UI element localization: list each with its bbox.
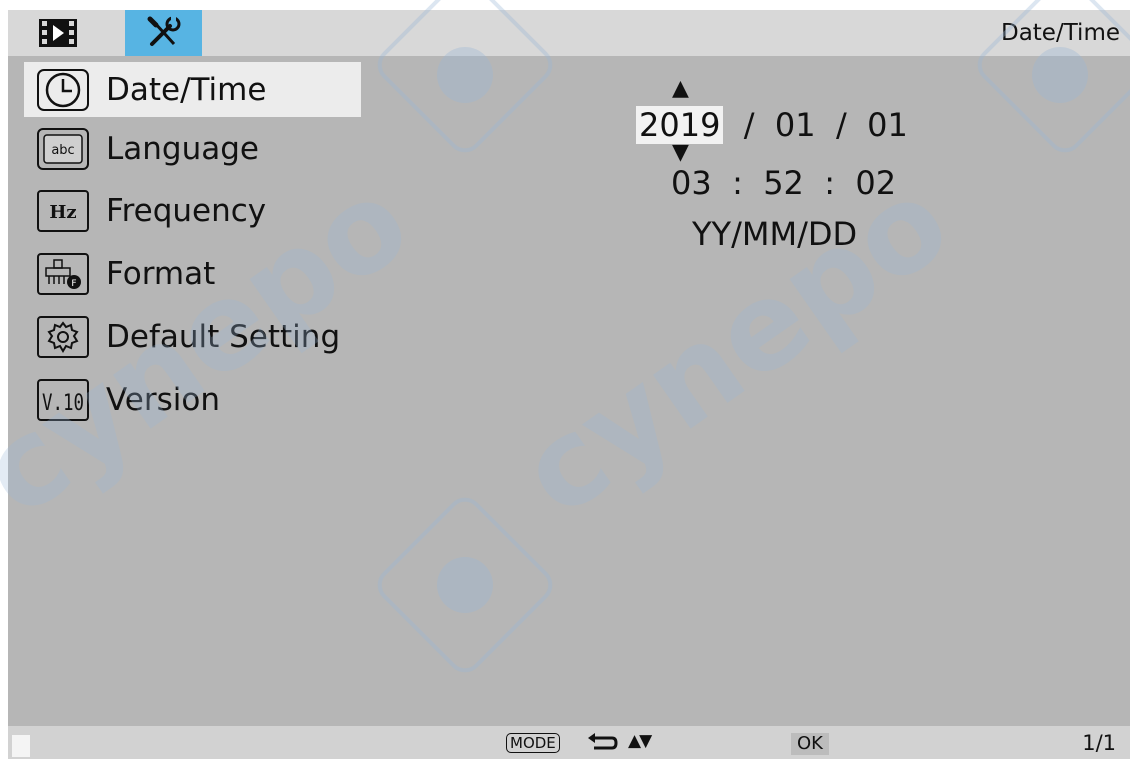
date-separator: / (743, 106, 755, 144)
time-value: 03 : 52 : 02 (671, 164, 896, 202)
hz-icon: Hz (36, 189, 90, 233)
status-indicator (12, 735, 30, 757)
menu-item-frequency[interactable]: Hz Frequency (24, 183, 361, 238)
year-field[interactable]: 2019 (636, 106, 724, 144)
date-separator: / (835, 106, 847, 144)
tab-playback[interactable] (30, 10, 86, 56)
svg-text:V.10: V.10 (42, 391, 84, 416)
svg-text:abc: abc (51, 143, 74, 158)
tab-setup[interactable] (125, 10, 202, 56)
version-icon: V.10 (36, 378, 90, 422)
gear-icon (36, 315, 90, 359)
menu-label: Date/Time (106, 71, 267, 108)
hour-field[interactable]: 03 (671, 164, 712, 202)
second-field[interactable]: 02 (855, 164, 896, 202)
menu-item-default-setting[interactable]: Default Setting (24, 309, 361, 364)
wrench-screwdriver-icon (147, 16, 180, 46)
menu-item-language[interactable]: abc Language (24, 121, 361, 176)
date-value: 2019 / 01 / 01 (636, 106, 908, 144)
menu-label: Frequency (106, 192, 267, 229)
back-arrow-icon (588, 733, 618, 750)
day-field[interactable]: 01 (867, 106, 908, 144)
svg-text:F: F (71, 279, 76, 289)
bottom-bar: MODE ▲▼ OK 1/1 (8, 726, 1130, 759)
time-separator: : (732, 164, 743, 202)
menu-item-format[interactable]: F Format (24, 246, 361, 301)
menu-item-version[interactable]: V.10 Version (24, 372, 361, 427)
month-field[interactable]: 01 (775, 106, 816, 144)
abc-language-icon: abc (36, 127, 90, 171)
film-playback-icon (39, 19, 77, 47)
year-down-arrow-icon[interactable]: ▼ (672, 142, 689, 164)
menu-label: Language (106, 130, 259, 167)
menu-label: Version (106, 381, 220, 418)
date-format-label: YY/MM/DD (692, 215, 858, 253)
clock-icon (36, 68, 90, 112)
menu-label: Format (106, 255, 216, 292)
menu-item-date-time[interactable]: Date/Time (24, 62, 361, 117)
page-indicator: 1/1 (1082, 731, 1116, 755)
minute-field[interactable]: 52 (763, 164, 804, 202)
ok-key-hint: OK (791, 733, 829, 755)
year-up-arrow-icon[interactable]: ▲ (672, 78, 689, 100)
up-down-arrows-icon: ▲▼ (628, 731, 652, 751)
page-title: Date/Time (1000, 20, 1120, 46)
format-brush-icon: F (36, 252, 90, 296)
svg-text:Hz: Hz (49, 202, 76, 223)
camera-screen: Date/Time Date/Time abc Language Hz Freq… (8, 10, 1130, 759)
time-separator: : (824, 164, 836, 202)
menu-label: Default Setting (106, 318, 341, 355)
mode-key-hint: MODE (506, 733, 560, 753)
top-bar: Date/Time (8, 10, 1130, 56)
